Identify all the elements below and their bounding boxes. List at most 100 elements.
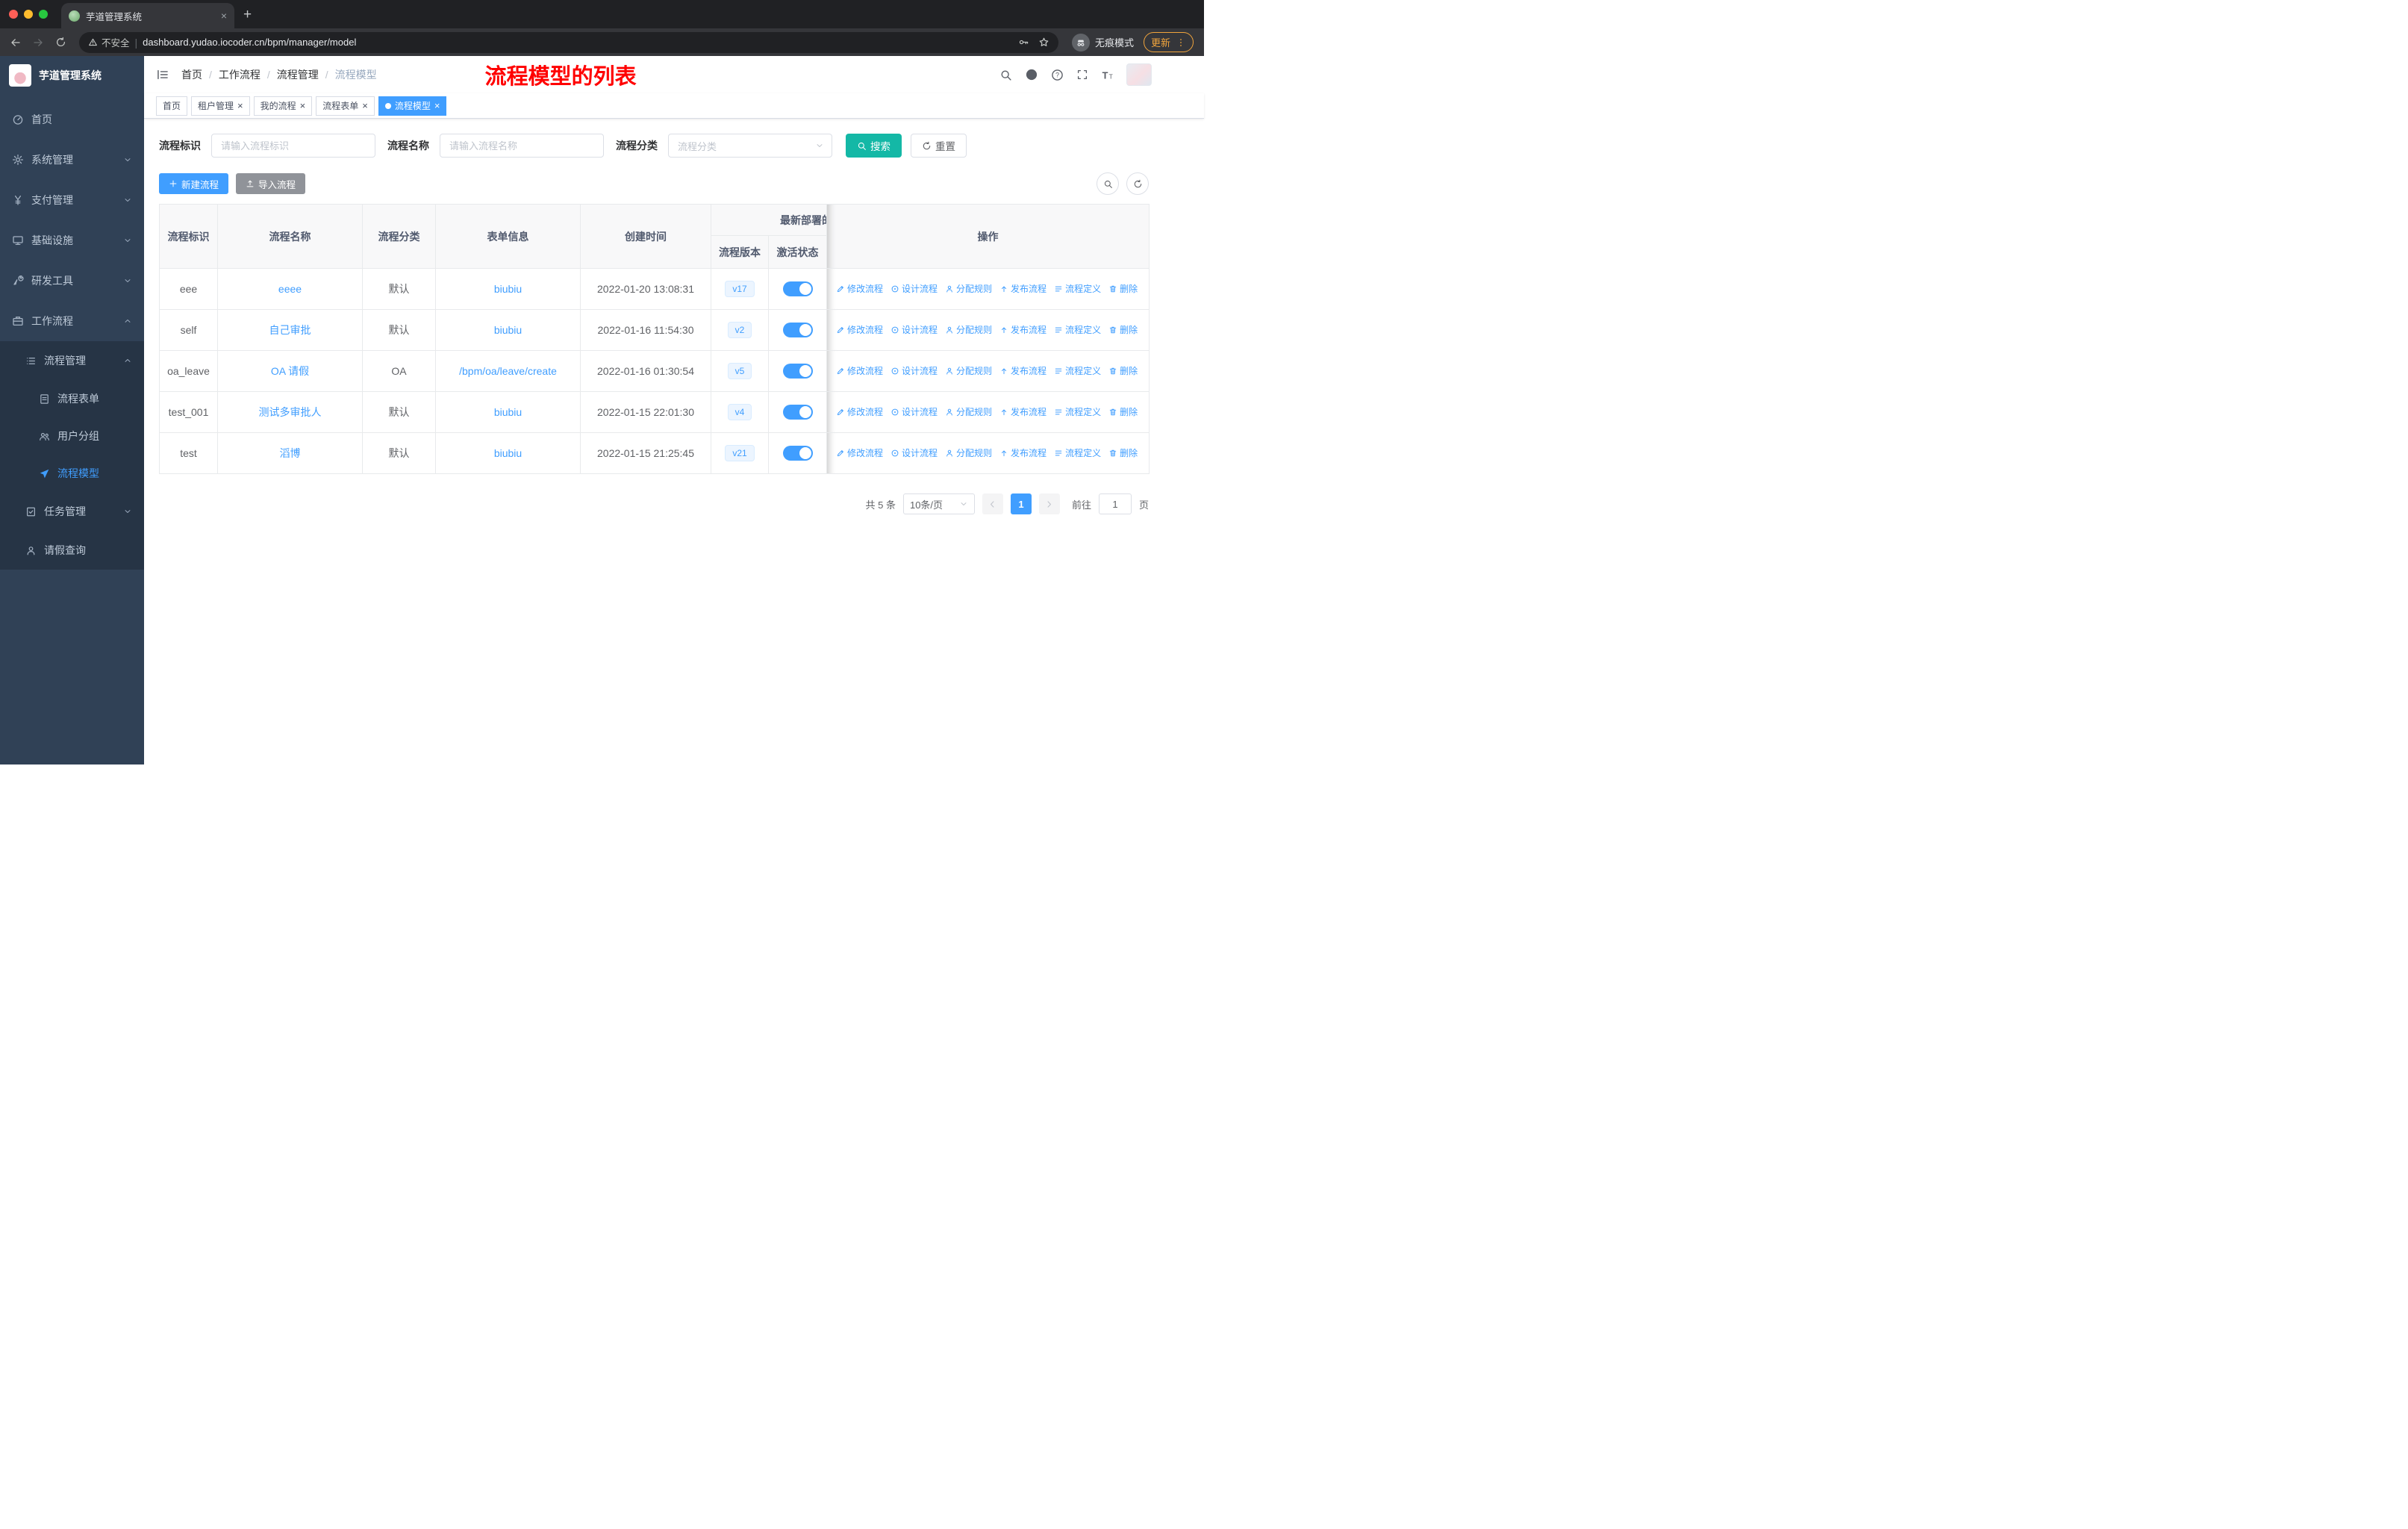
process-definition-link[interactable]: 流程定义 — [1054, 323, 1101, 336]
user-avatar[interactable] — [1126, 63, 1152, 86]
tag-item[interactable]: 流程模型 × — [378, 96, 447, 116]
active-status-toggle[interactable] — [782, 281, 813, 296]
delete-link[interactable]: 删除 — [1108, 364, 1138, 377]
forward-button[interactable] — [28, 33, 48, 52]
form-info-link[interactable]: biubiu — [494, 283, 522, 295]
breadcrumb-item[interactable]: 流程管理 — [277, 67, 319, 82]
sidebar-item[interactable]: 基础设施 — [0, 220, 144, 261]
active-status-toggle[interactable] — [782, 364, 813, 379]
assign-rule-link[interactable]: 分配规则 — [945, 282, 992, 295]
process-name-input[interactable] — [440, 134, 604, 158]
design-process-link[interactable]: 设计流程 — [890, 282, 938, 295]
tag-item[interactable]: 我的流程 × — [253, 96, 313, 116]
page-number-button[interactable]: 1 — [1010, 493, 1032, 514]
assign-rule-link[interactable]: 分配规则 — [945, 446, 992, 459]
process-key-input[interactable] — [211, 134, 375, 158]
publish-process-link[interactable]: 发布流程 — [999, 323, 1047, 336]
version-badge[interactable]: v17 — [725, 281, 755, 297]
tab-close-icon[interactable]: × — [221, 10, 227, 22]
design-process-link[interactable]: 设计流程 — [890, 364, 938, 377]
window-close-button[interactable] — [9, 10, 18, 19]
process-definition-link[interactable]: 流程定义 — [1054, 282, 1101, 295]
design-process-link[interactable]: 设计流程 — [890, 405, 938, 418]
assign-rule-link[interactable]: 分配规则 — [945, 364, 992, 377]
window-zoom-button[interactable] — [39, 10, 48, 19]
edit-process-link[interactable]: 修改流程 — [836, 323, 883, 336]
process-name-link[interactable]: 测试多审批人 — [259, 406, 322, 418]
delete-link[interactable]: 删除 — [1108, 323, 1138, 336]
browser-tab[interactable]: 芋道管理系统 × — [61, 3, 234, 28]
edit-process-link[interactable]: 修改流程 — [836, 364, 883, 377]
back-button[interactable] — [6, 33, 25, 52]
sidebar-item[interactable]: 请假查询 — [0, 531, 144, 570]
search-submit-button[interactable]: 搜索 — [846, 134, 902, 158]
next-page-button[interactable] — [1038, 493, 1060, 514]
sidebar-item[interactable]: 流程表单 — [0, 380, 144, 417]
design-process-link[interactable]: 设计流程 — [890, 446, 938, 459]
prev-page-button[interactable] — [982, 493, 1003, 514]
import-process-button[interactable]: 导入流程 — [236, 173, 306, 194]
process-definition-link[interactable]: 流程定义 — [1054, 446, 1101, 459]
form-info-link[interactable]: /bpm/oa/leave/create — [459, 365, 557, 377]
form-info-link[interactable]: biubiu — [494, 406, 522, 418]
sidebar-collapse-button[interactable] — [156, 68, 169, 81]
process-definition-link[interactable]: 流程定义 — [1054, 405, 1101, 418]
new-tab-button[interactable]: + — [234, 7, 261, 28]
publish-process-link[interactable]: 发布流程 — [999, 282, 1047, 295]
delete-link[interactable]: 删除 — [1108, 446, 1138, 459]
bookmark-star-button[interactable] — [1038, 37, 1049, 48]
show-search-button[interactable] — [1097, 172, 1119, 195]
form-info-link[interactable]: biubiu — [494, 447, 522, 459]
fullscreen-button[interactable] — [1076, 69, 1088, 81]
edit-process-link[interactable]: 修改流程 — [836, 446, 883, 459]
tag-item[interactable]: 首页 — [156, 96, 188, 116]
reload-button[interactable] — [51, 33, 70, 52]
goto-page-input[interactable] — [1098, 493, 1132, 514]
process-name-link[interactable]: OA 请假 — [271, 365, 309, 377]
sidebar-item[interactable]: 任务管理 — [0, 492, 144, 531]
address-bar[interactable]: 不安全 | dashboard.yudao.iocoder.cn/bpm/man… — [79, 31, 1058, 53]
design-process-link[interactable]: 设计流程 — [890, 323, 938, 336]
sidebar-item[interactable]: 系统管理 — [0, 140, 144, 180]
sidebar-item[interactable]: 研发工具 — [0, 261, 144, 301]
help-button[interactable]: ? — [1051, 69, 1064, 81]
edit-process-link[interactable]: 修改流程 — [836, 282, 883, 295]
version-badge[interactable]: v5 — [727, 363, 752, 379]
sidebar-item[interactable]: 支付管理 — [0, 180, 144, 220]
sidebar-item[interactable]: 首页 — [0, 99, 144, 140]
security-chip[interactable]: 不安全 — [88, 35, 130, 49]
category-select[interactable]: 流程分类 — [668, 134, 832, 158]
tag-close-icon[interactable]: × — [362, 101, 368, 110]
delete-link[interactable]: 删除 — [1108, 405, 1138, 418]
version-badge[interactable]: v21 — [725, 445, 755, 461]
active-status-toggle[interactable] — [782, 446, 813, 461]
browser-update-menu-button[interactable]: 更新 — [1143, 32, 1194, 52]
active-status-toggle[interactable] — [782, 405, 813, 420]
sidebar-item[interactable]: 工作流程 — [0, 301, 144, 341]
sidebar-item[interactable]: 流程模型 — [0, 455, 144, 492]
search-button[interactable] — [999, 69, 1012, 81]
process-name-link[interactable]: 滔博 — [280, 447, 301, 459]
version-badge[interactable]: v2 — [727, 322, 752, 338]
url-text[interactable]: dashboard.yudao.iocoder.cn/bpm/manager/m… — [143, 37, 356, 48]
assign-rule-link[interactable]: 分配规则 — [945, 405, 992, 418]
breadcrumb-item[interactable]: 首页 — [181, 67, 202, 82]
active-status-toggle[interactable] — [782, 323, 813, 337]
breadcrumb-item[interactable]: 工作流程 — [219, 67, 261, 82]
create-process-button[interactable]: 新建流程 — [159, 173, 229, 194]
font-size-button[interactable]: TT — [1101, 69, 1114, 81]
assign-rule-link[interactable]: 分配规则 — [945, 323, 992, 336]
sidebar-logo[interactable]: 芋道管理系统 — [0, 56, 144, 95]
tag-close-icon[interactable]: × — [300, 101, 306, 110]
password-key-button[interactable] — [1018, 37, 1029, 48]
publish-process-link[interactable]: 发布流程 — [999, 364, 1047, 377]
tag-close-icon[interactable]: × — [237, 101, 243, 110]
tag-item[interactable]: 流程表单 × — [316, 96, 375, 116]
publish-process-link[interactable]: 发布流程 — [999, 405, 1047, 418]
github-button[interactable] — [1025, 68, 1038, 81]
version-badge[interactable]: v4 — [727, 404, 752, 420]
page-size-select[interactable]: 10条/页 — [902, 493, 975, 514]
edit-process-link[interactable]: 修改流程 — [836, 405, 883, 418]
process-name-link[interactable]: eeee — [278, 283, 302, 295]
tag-close-icon[interactable]: × — [434, 101, 440, 110]
